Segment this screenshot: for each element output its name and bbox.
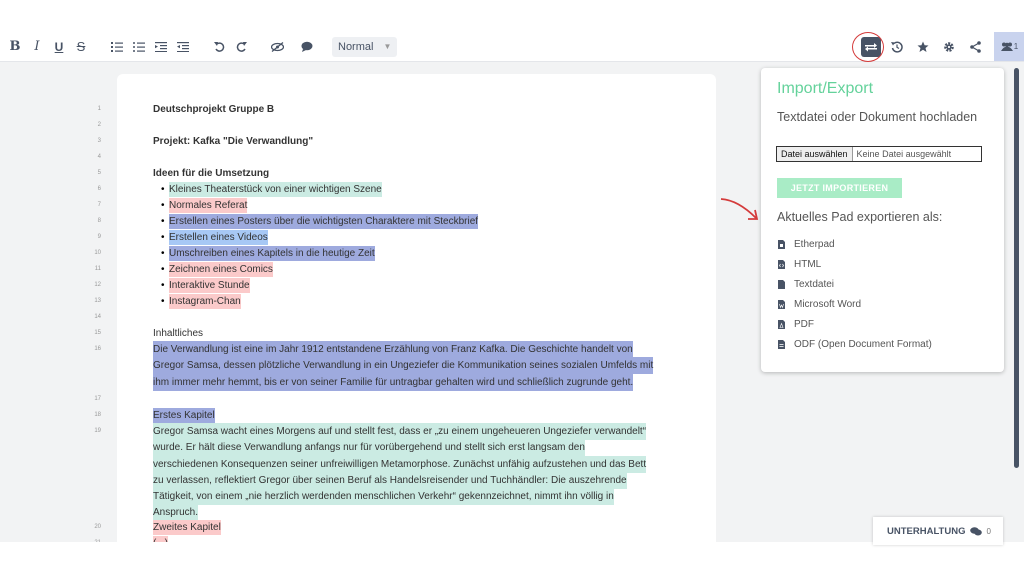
share-icon[interactable] (962, 36, 988, 58)
export-list: Etherpad HTML Textdatei Microsoft Word P… (778, 234, 932, 354)
idea-text[interactable]: Kleines Theaterstück von einer wichtigen… (169, 182, 382, 197)
export-item-label: PDF (794, 318, 814, 330)
upload-label: Textdatei oder Dokument hochladen (777, 110, 978, 124)
redo-icon[interactable] (230, 36, 252, 58)
bold-button[interactable]: B (4, 36, 26, 58)
bullet-icon: • (161, 216, 165, 227)
bullet-icon: • (161, 232, 165, 243)
paragraph-style-select[interactable]: Normal ▼ (332, 36, 398, 57)
bullet-icon: • (161, 184, 165, 195)
html-file-icon (778, 259, 785, 269)
chapter2-heading[interactable]: Zweites Kapitel (153, 520, 221, 535)
idea-text[interactable]: Zeichnen eines Comics (169, 262, 273, 277)
file-input[interactable]: Datei auswählen Keine Datei ausgewählt (776, 146, 982, 162)
ideas-heading[interactable]: Ideen für die Umsetzung (153, 168, 269, 179)
export-label: Aktuelles Pad exportieren als: (777, 210, 943, 224)
italic-button[interactable]: I (26, 36, 48, 58)
export-odf[interactable]: ODF (Open Document Format) (778, 334, 932, 354)
export-word[interactable]: Microsoft Word (778, 294, 932, 314)
users-icon (1000, 42, 1013, 51)
text-file-icon (778, 279, 785, 289)
history-icon[interactable] (884, 36, 910, 58)
chat-label: UNTERHALTUNG (887, 525, 966, 537)
summary-line: Die Verwandlung ist eine im Jahr 1912 en… (153, 341, 633, 358)
clear-authorship-icon[interactable] (266, 36, 288, 58)
undo-icon[interactable] (208, 36, 230, 58)
gear-icon[interactable] (936, 36, 962, 58)
unordered-list-icon[interactable] (128, 36, 150, 58)
chapter1-paragraph[interactable]: Gregor Samsa wacht eines Morgens auf und… (153, 423, 677, 522)
import-export-popup: Import/Export Textdatei oder Dokument ho… (761, 68, 1004, 372)
export-pdf[interactable]: PDF (778, 314, 932, 334)
user-count: 1 (1013, 42, 1019, 51)
users-button[interactable]: 1 (994, 32, 1024, 61)
ordered-list-icon[interactable] (106, 36, 128, 58)
bottom-margin (0, 542, 1024, 576)
bullet-icon: • (161, 248, 165, 259)
export-textfile[interactable]: Textdatei (778, 274, 932, 294)
outdent-icon[interactable] (172, 36, 194, 58)
indent-icon[interactable] (150, 36, 172, 58)
annotation-arrow (720, 198, 759, 220)
word-file-icon (778, 299, 785, 309)
chapter1-line: Gregor Samsa wacht eines Morgens auf und… (153, 423, 647, 440)
export-item-label: Etherpad (794, 238, 835, 250)
chapter1-line: verschiedenen Konsequenzen seiner unfrei… (153, 455, 647, 473)
export-etherpad[interactable]: Etherpad (778, 234, 932, 254)
underline-button[interactable]: U (48, 36, 70, 58)
choose-file-button[interactable]: Datei auswählen (777, 147, 853, 161)
idea-text[interactable]: Interaktive Stunde (169, 278, 250, 293)
star-icon[interactable] (910, 36, 936, 58)
file-status: Keine Datei ausgewählt (856, 149, 952, 159)
strikethrough-button[interactable]: S (70, 36, 92, 58)
bullet-icon: • (161, 296, 165, 307)
chat-button[interactable]: UNTERHALTUNG 0 (873, 517, 1003, 545)
summary-line: ihm immer mehr hemmt, bis er von seiner … (153, 373, 634, 391)
export-item-label: HTML (794, 258, 822, 270)
bullet-icon: • (161, 264, 165, 275)
chat-bubbles-icon (970, 526, 983, 535)
etherpad-file-icon (778, 239, 785, 249)
export-html[interactable]: HTML (778, 254, 932, 274)
chat-count: 0 (986, 526, 991, 536)
bullet-icon: • (161, 280, 165, 291)
scrollbar[interactable] (1014, 68, 1019, 468)
popup-title: Import/Export (777, 80, 874, 97)
comment-icon[interactable] (296, 36, 318, 58)
idea-text[interactable]: Instagram-Chan (169, 294, 241, 309)
import-button[interactable]: JETZT IMPORTIEREN (777, 178, 902, 198)
idea-text[interactable]: Umschreiben eines Kapitels in die heutig… (169, 246, 375, 261)
export-item-label: ODF (Open Document Format) (794, 338, 932, 350)
idea-text[interactable]: Normales Referat (169, 198, 248, 213)
project-line[interactable]: Projekt: Kafka "Die Verwandlung" (153, 136, 313, 147)
top-margin (0, 0, 1024, 32)
content-heading[interactable]: Inhaltliches (153, 328, 203, 339)
idea-text[interactable]: Erstellen eines Videos (169, 230, 268, 245)
pdf-file-icon (778, 319, 785, 329)
odf-file-icon (778, 339, 785, 349)
chapter1-line: Anspruch. (153, 504, 199, 522)
summary-line: Gregor Samsa, dessen plötzliche Verwandl… (153, 357, 654, 375)
chapter1-line: wurde. Er hält diese Verwandlung anfangs… (153, 439, 585, 457)
annotation-circle (852, 32, 884, 62)
style-select-value: Normal (338, 40, 374, 53)
chapter1-heading[interactable]: Erstes Kapitel (153, 408, 215, 423)
bullet-icon: • (161, 200, 165, 211)
idea-text[interactable]: Erstellen eines Posters über die wichtig… (169, 214, 479, 229)
summary-paragraph[interactable]: Die Verwandlung ist eine im Jahr 1912 en… (153, 341, 677, 391)
export-item-label: Textdatei (794, 278, 835, 290)
pad-page: 1 Deutschprojekt Gruppe B 2 3 Projekt: K… (94, 74, 716, 542)
doc-title[interactable]: Deutschprojekt Gruppe B (153, 104, 274, 115)
export-item-label: Microsoft Word (794, 298, 862, 310)
chevron-down-icon: ▼ (383, 42, 392, 51)
chapter1-line: Tätigkeit, von einem „nie herzlich werde… (153, 488, 614, 506)
chapter1-line: zu verlassen, reflektiert Gregor über se… (153, 471, 627, 489)
